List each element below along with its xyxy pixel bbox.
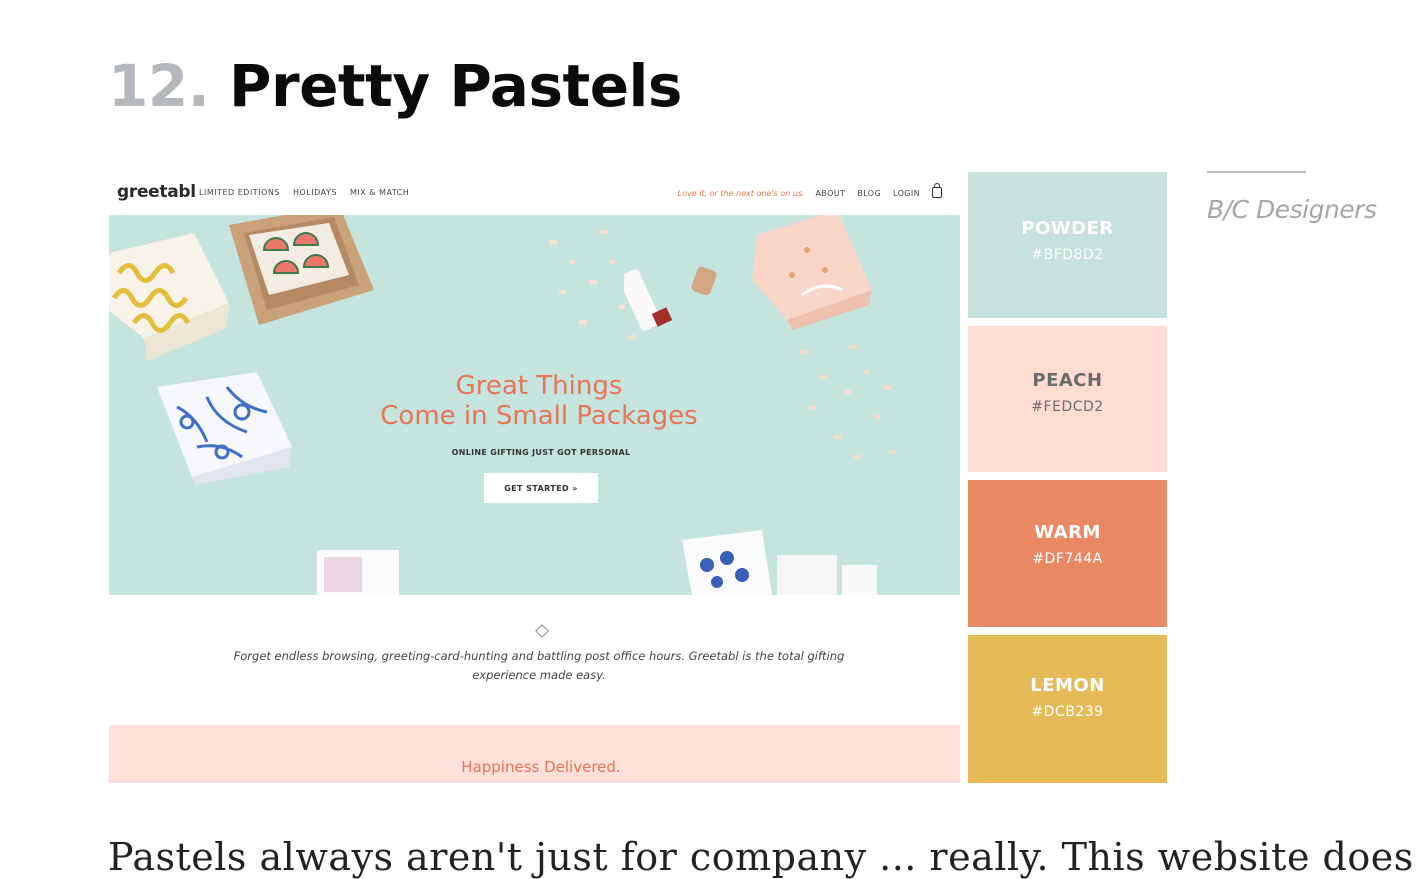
peach-gift-box-image: [752, 215, 872, 330]
swatch-hex: #DCB239: [1031, 704, 1104, 720]
swatch-name: LEMON: [1030, 675, 1105, 696]
confetti-left-image: [549, 230, 636, 339]
swatch-lemon: LEMON #DCB239: [968, 635, 1167, 783]
swatch-name: POWDER: [1021, 218, 1114, 239]
site-tagline: Love it, or the next one's on us.: [677, 189, 805, 198]
hero-subheadline: ONLINE GIFTING JUST GOT PERSONAL: [451, 448, 631, 457]
hero-headline-line2: Come in Small Packages: [380, 401, 698, 431]
hero-headline-line1: Great Things: [455, 371, 623, 401]
nav-link-about: ABOUT: [815, 189, 846, 198]
nav-link-holidays: HOLIDAYS: [292, 188, 337, 197]
cube-icon: [535, 624, 549, 638]
nav-link-mix-match: MIX & MATCH: [349, 188, 410, 197]
hero-image: Great Things Come in Small Packages ONLI…: [109, 215, 960, 595]
site-nav-links: LIMITED EDITIONS HOLIDAYS MIX & MATCH: [199, 188, 419, 197]
site-nav-right: Love it, or the next one's on us. ABOUT …: [677, 183, 942, 198]
swatch-hex: #FEDCD2: [1031, 399, 1104, 415]
swatch-peach: PEACH #FEDCD2: [968, 326, 1167, 472]
heading-title: Pretty Pastels: [228, 52, 682, 120]
nav-link-limited-editions: LIMITED EDITIONS: [199, 188, 280, 197]
nav-link-blog: BLOG: [857, 189, 882, 198]
website-screenshot: greetabl LIMITED EDITIONS HOLIDAYS MIX &…: [109, 172, 960, 783]
swatch-name: WARM: [1034, 522, 1101, 543]
photo-card-image: [317, 550, 399, 595]
site-logo: greetabl: [117, 182, 196, 202]
happiness-delivered-heading: Happiness Delivered.: [461, 758, 621, 776]
heading-number: 12.: [108, 52, 210, 120]
get-started-button: GET STARTED »: [484, 473, 598, 503]
description-text: Forget endless browsing, greeting-card-h…: [233, 649, 845, 682]
article-body-text: Pastels always aren't just for company .…: [108, 835, 1414, 879]
description-section: Forget endless browsing, greeting-card-h…: [109, 595, 960, 725]
credit-divider: [1207, 171, 1306, 173]
shopping-bag-icon: [932, 183, 942, 198]
kraft-box-image: [229, 215, 374, 325]
blue-pattern-card-image: [682, 530, 877, 595]
swatch-warm: WARM #DF744A: [968, 480, 1167, 627]
nav-link-login: LOGIN: [893, 189, 921, 198]
swatch-hex: #DF744A: [1032, 551, 1103, 567]
site-nav: greetabl LIMITED EDITIONS HOLIDAYS MIX &…: [109, 172, 960, 214]
swatch-name: PEACH: [1032, 370, 1103, 391]
image-credit: B/C Designers: [1207, 195, 1377, 224]
article-heading: 12. Pretty Pastels: [108, 52, 682, 120]
swatch-hex: #BFD8D2: [1031, 247, 1104, 263]
swatch-powder: POWDER #BFD8D2: [968, 172, 1167, 318]
